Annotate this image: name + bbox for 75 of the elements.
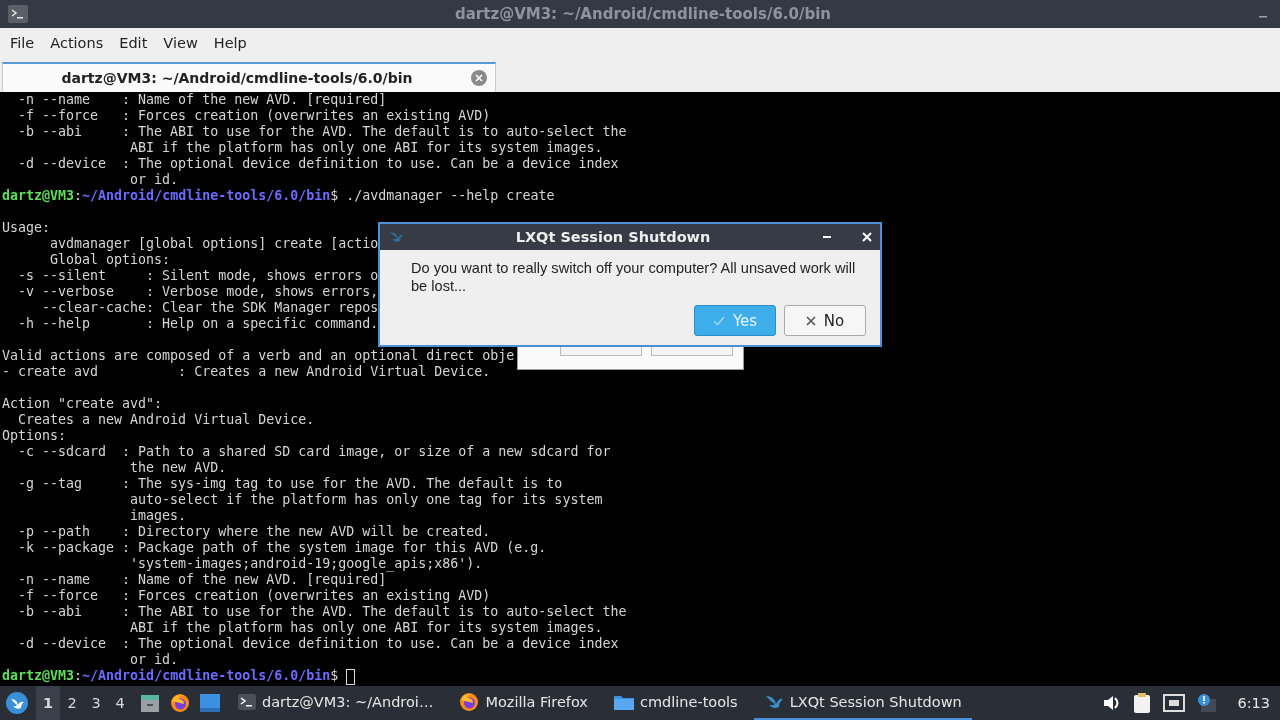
- start-menu-icon[interactable]: [6, 692, 28, 714]
- desktop-switcher[interactable]: 2: [60, 686, 84, 720]
- terminal-text: -n --name : Name of the new AVD. [required]: [17, 572, 387, 588]
- terminal-text: ABI if the platform has only one ABI for its system images.: [129, 140, 603, 156]
- terminal-text: Usage:: [2, 220, 51, 236]
- terminal-text: -d --device : The optional device definition to use. Can be a device index: [17, 156, 619, 172]
- prompt-path: ~/Android/cmdline-tools/6.0/bin: [82, 668, 331, 684]
- terminal-text: -f --force : Forces creation (overwrites an existing AVD): [17, 108, 491, 124]
- no-button[interactable]: No: [784, 305, 866, 336]
- firefox-icon[interactable]: [170, 693, 190, 713]
- desktop-switcher[interactable]: 4: [108, 686, 132, 720]
- terminal-text: -c --sdcard : Path to a shared SD card image, or size of a new sdcard for: [17, 444, 611, 460]
- terminal-text: ABI if the platform has only one ABI for its system images.: [129, 620, 603, 636]
- clock[interactable]: 6:13: [1237, 695, 1270, 711]
- bird-icon: [388, 229, 404, 245]
- firefox-icon: [459, 692, 480, 712]
- terminal-text: -g --tag : The sys-img tag to use for the AVD. The default is to: [17, 476, 563, 492]
- tab[interactable]: dartz@VM3: ~/Android/cmdline-tools/6.0/bin: [2, 62, 496, 92]
- terminal-text: images.: [129, 508, 187, 524]
- prompt-path: ~/Android/cmdline-tools/6.0/bin: [82, 188, 331, 204]
- menu-item[interactable]: View: [155, 35, 206, 51]
- terminal-icon: [8, 5, 28, 23]
- terminal-text: -f --force : Forces creation (overwrites an existing AVD): [17, 588, 491, 604]
- close-icon[interactable]: [862, 232, 872, 242]
- terminal-text: -d --device : The optional device definition to use. Can be a device index: [17, 636, 619, 652]
- prompt-separator: :: [74, 668, 83, 684]
- terminal-text: -b --abi : The ABI to use for the AVD. The default is to auto-select the: [17, 604, 627, 620]
- dialog-title: LXQt Session Shutdown: [514, 229, 712, 245]
- terminal-text: 'system-images;android-19;google_apis;x86').: [129, 556, 483, 572]
- terminal-text: Creates a new Android Virtual Device.: [17, 412, 315, 428]
- dialog-message: Do you want to really switch off your computer? All unsaved work will be lost...: [411, 259, 857, 295]
- terminal-text: --clear-cache: Clear the SDK Manager repos: [41, 300, 379, 316]
- prompt-separator: :: [74, 188, 83, 204]
- taskbar-button[interactable]: dartz@VM3: ~/Androi…: [228, 686, 444, 720]
- terminal-text: -k --package : Package path of the system image for this AVD (e.g.: [17, 540, 547, 556]
- terminal-text: Global options:: [49, 252, 171, 268]
- clipboard-icon[interactable]: [1133, 693, 1152, 713]
- terminal-text: -v --verbose : Verbose mode, shows errors,: [17, 284, 379, 300]
- taskbar-button[interactable]: LXQt Session Shutdown: [753, 686, 972, 720]
- network-icon[interactable]: [1163, 694, 1186, 712]
- prompt-command: $: [330, 668, 340, 684]
- folder-icon: [613, 694, 634, 710]
- taskbar-button[interactable]: Mozilla Firefox: [449, 686, 598, 720]
- desktop-switcher[interactable]: 1: [36, 686, 60, 720]
- terminal-text: the new AVD.: [129, 460, 227, 476]
- terminal-text: -n --name : Name of the new AVD. [required]: [17, 92, 387, 108]
- file-cabinet-icon[interactable]: [140, 693, 160, 713]
- menu-item[interactable]: Actions: [42, 35, 112, 51]
- terminal-text: Valid actions are composed of a verb and an optional direct obje: [2, 348, 515, 364]
- terminal-text: Action "create avd":: [2, 396, 163, 412]
- terminal-text: -h --help : Help on a specific command.: [17, 316, 379, 332]
- window-title: dartz@VM3: ~/Android/cmdline-tools/6.0/bin: [453, 5, 832, 23]
- taskbar-button[interactable]: cmdline-tools: [603, 686, 748, 720]
- terminal-text: - create avd : Creates a new Android Virtual Device.: [2, 364, 491, 380]
- check-icon: [712, 315, 725, 326]
- terminal-text: avdmanager [global options] create [actio: [49, 236, 379, 252]
- menu-item[interactable]: Help: [205, 35, 255, 51]
- terminal-text: or id.: [129, 172, 179, 188]
- terminal-text: -b --abi : The ABI to use for the AVD. The default is to auto-select the: [17, 124, 627, 140]
- prompt-user: dartz@VM3: [2, 188, 75, 204]
- menu-item[interactable]: Edit: [111, 35, 156, 51]
- close-icon: [805, 315, 816, 326]
- terminal-text: -p --path : Directory where the new AVD will be created.: [17, 524, 491, 540]
- bird-icon: [763, 693, 784, 711]
- terminal-text: auto-select if the platform has only one tag for its system: [129, 492, 603, 508]
- desktop-switcher[interactable]: 3: [84, 686, 108, 720]
- prompt-command: $ ./avdmanager --help create: [330, 188, 555, 204]
- terminal-icon: [238, 694, 256, 710]
- prompt-user: dartz@VM3: [2, 668, 75, 684]
- notification-icon[interactable]: [1197, 693, 1218, 713]
- tab-label: dartz@VM3: ~/Android/cmdline-tools/6.0/bin: [60, 70, 414, 86]
- terminal-text: -s --silent : Silent mode, shows errors o: [17, 268, 379, 284]
- terminal-text: or id.: [129, 652, 179, 668]
- terminal-text: Options:: [2, 428, 67, 444]
- menu-item[interactable]: File: [2, 35, 43, 51]
